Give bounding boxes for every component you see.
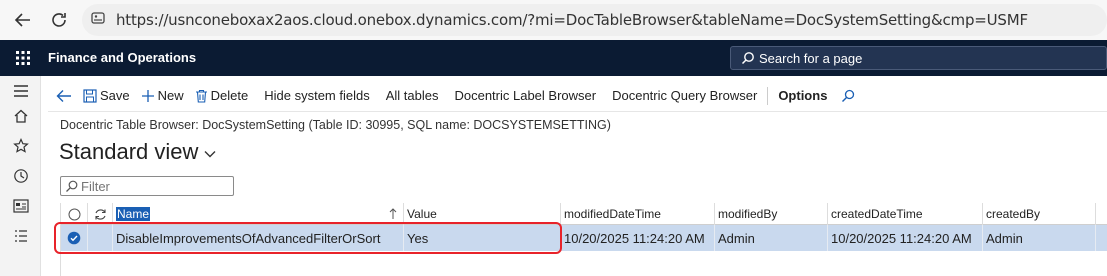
url-text: https://usnconeboxax2aos.cloud.onebox.dy… — [116, 11, 1028, 29]
modules-list-icon[interactable] — [12, 227, 30, 245]
back-arrow-icon — [56, 89, 71, 102]
cell-createddatetime[interactable]: 10/20/2025 11:24:20 AM — [828, 225, 983, 251]
app-launcher-icon[interactable] — [0, 40, 46, 76]
navigation-rail — [0, 76, 41, 276]
search-page-label: Search for a page — [759, 50, 863, 66]
new-label: New — [157, 88, 184, 103]
all-tables-button[interactable]: All tables — [378, 80, 447, 112]
hide-system-fields-button[interactable]: Hide system fields — [256, 80, 377, 112]
search-icon — [741, 52, 754, 65]
plus-icon — [141, 89, 154, 102]
query-browser-button[interactable]: Docentric Query Browser — [604, 80, 765, 112]
trash-icon — [195, 89, 207, 103]
favorites-star-icon[interactable] — [12, 137, 30, 155]
column-header-createdby[interactable]: createdBy — [983, 203, 1096, 225]
action-divider — [767, 86, 769, 105]
chevron-down-icon — [204, 151, 216, 158]
highlight-annotation — [54, 222, 562, 254]
site-info-icon[interactable] — [90, 10, 106, 31]
cell-modifiedby[interactable]: Admin — [715, 225, 828, 251]
delete-label: Delete — [210, 88, 249, 103]
select-all-circle-icon — [68, 208, 80, 220]
name-header-label: Name — [116, 207, 151, 221]
sort-ascending-icon — [389, 208, 397, 219]
home-icon[interactable] — [12, 107, 30, 125]
label-browser-button[interactable]: Docentric Label Browser — [446, 80, 604, 112]
options-tab[interactable]: Options — [770, 80, 835, 112]
search-icon — [842, 89, 855, 102]
cell-modifieddatetime[interactable]: 10/20/2025 11:24:20 AM — [561, 225, 715, 251]
hamburger-menu-icon[interactable] — [12, 82, 30, 100]
new-button[interactable]: New — [137, 80, 191, 112]
recent-clock-icon[interactable] — [12, 167, 30, 185]
refresh-icon — [94, 208, 106, 220]
browser-toolbar: https://usnconeboxax2aos.cloud.onebox.dy… — [0, 0, 1107, 40]
filter-field[interactable] — [60, 176, 234, 196]
action-pane: Save New Delete Hide system fields All t… — [48, 80, 1107, 112]
app-title[interactable]: Finance and Operations — [48, 50, 196, 65]
workspaces-icon[interactable] — [12, 197, 30, 215]
delete-button[interactable]: Delete — [191, 80, 257, 112]
view-title: Standard view — [59, 139, 199, 164]
refresh-icon[interactable] — [42, 3, 76, 37]
column-header-modifieddatetime[interactable]: modifiedDateTime — [561, 203, 715, 225]
filter-search-icon — [66, 180, 78, 192]
search-page-box[interactable]: Search for a page — [730, 46, 1107, 70]
action-search-button[interactable] — [835, 80, 864, 112]
back-icon[interactable] — [6, 3, 40, 37]
page-caption: Docentric Table Browser: DocSystemSettin… — [60, 118, 611, 132]
save-button[interactable]: Save — [81, 80, 137, 112]
address-bar[interactable]: https://usnconeboxax2aos.cloud.onebox.dy… — [82, 4, 1107, 36]
filter-input[interactable] — [81, 178, 231, 194]
column-header-modifiedby[interactable]: modifiedBy — [715, 203, 828, 225]
save-icon — [83, 88, 97, 103]
back-arrow-button[interactable] — [48, 80, 81, 112]
save-label: Save — [100, 88, 130, 103]
cell-createdby[interactable]: Admin — [983, 225, 1096, 251]
view-selector[interactable]: Standard view — [59, 139, 216, 165]
column-header-createddatetime[interactable]: createdDateTime — [828, 203, 983, 225]
